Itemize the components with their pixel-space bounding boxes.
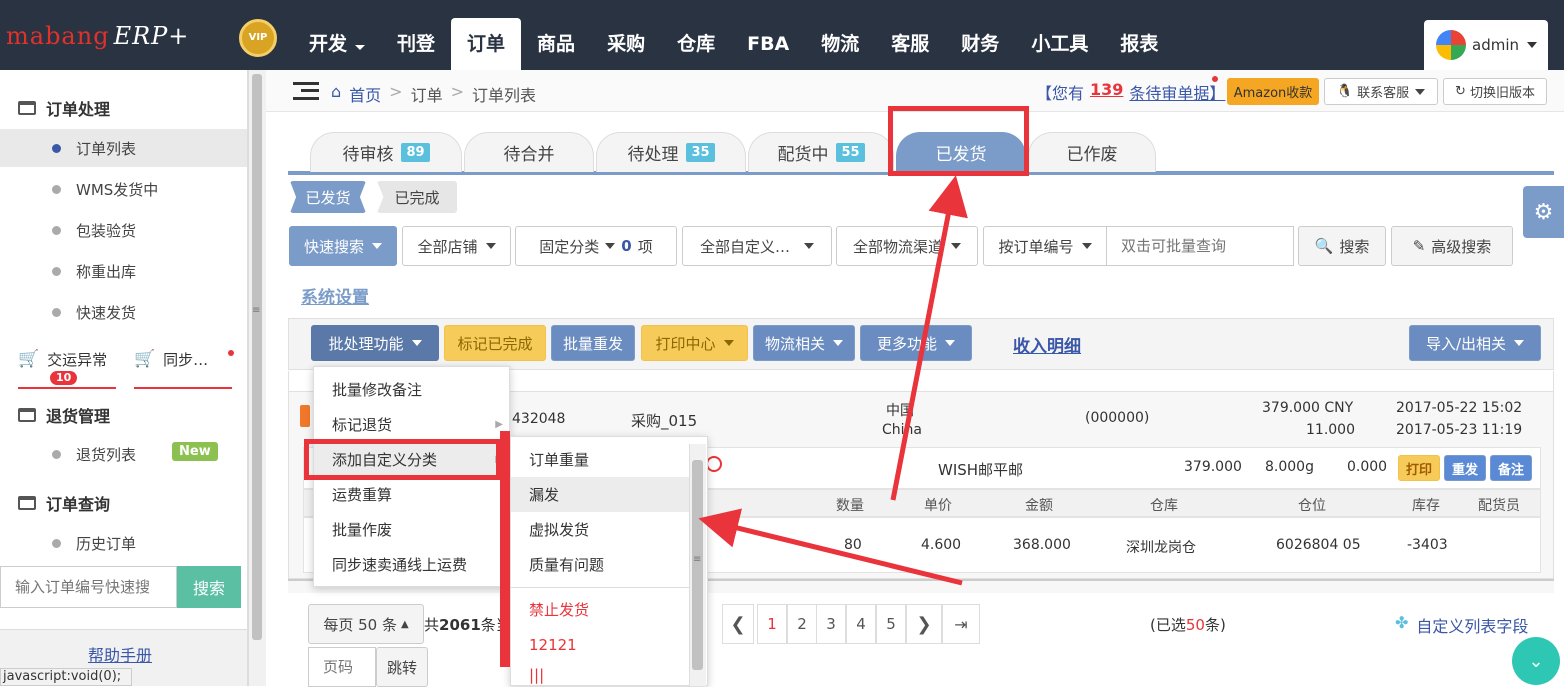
arrow-to-submenu [698, 508, 963, 586]
arrow-to-shipped-tab [890, 175, 968, 501]
annotation-arrows [698, 175, 968, 586]
